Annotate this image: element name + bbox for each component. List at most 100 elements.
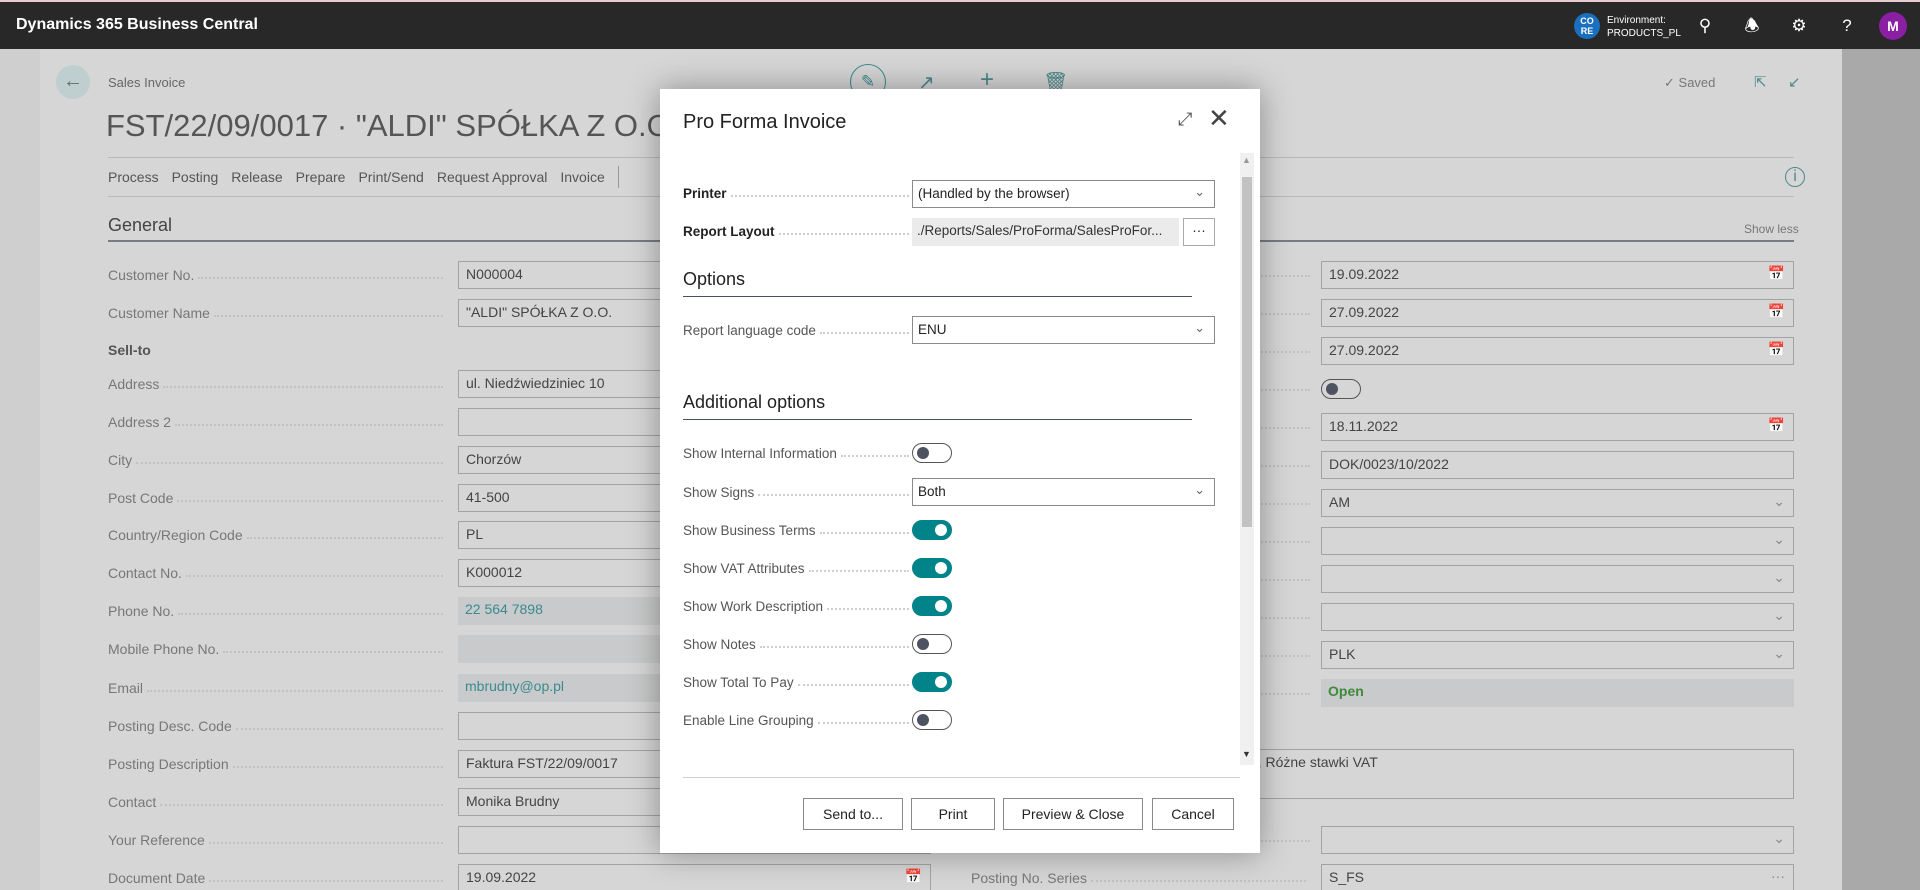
dot-leader — [223, 651, 443, 653]
back-button[interactable]: ← — [56, 65, 90, 99]
calendar-icon[interactable]: 📅 — [1768, 303, 1785, 320]
label-text: Posting No. Series — [971, 870, 1087, 886]
dot-leader — [185, 575, 443, 577]
address-2-label: Address 2 — [108, 412, 447, 432]
action-invoice[interactable]: Invoice — [560, 169, 604, 188]
environment-info[interactable]: Environment: PRODUCTS_PL — [1607, 14, 1681, 40]
action-request-approval[interactable]: Request Approval — [437, 169, 548, 188]
select-field[interactable]: ⌄ — [1321, 565, 1794, 593]
action-print-send[interactable]: Print/Send — [358, 169, 423, 188]
date-field[interactable]: 19.09.2022 📅 — [1321, 261, 1794, 289]
show-business-terms-toggle[interactable] — [912, 520, 952, 540]
close-icon[interactable]: ✕ — [1208, 103, 1230, 134]
show-work-description-label: Show Work Description — [683, 596, 913, 616]
show-internal-information-label: Show Internal Information — [683, 443, 913, 463]
dot-leader — [136, 462, 443, 464]
country-region-code-label: Country/Region Code — [108, 525, 447, 545]
ellipsis-icon[interactable]: ··· — [1771, 868, 1785, 884]
select-field[interactable]: PLK ⌄ — [1321, 641, 1794, 669]
document-date-field[interactable]: 19.09.2022 📅 — [458, 864, 931, 890]
label-text: Show Business Terms — [683, 522, 816, 538]
left-panel — [0, 49, 40, 890]
label-text: Your Reference — [108, 832, 205, 848]
label-text: Posting Description — [108, 756, 229, 772]
app-title[interactable]: Dynamics 365 Business Central — [16, 16, 258, 34]
calendar-icon[interactable]: 📅 — [905, 868, 922, 885]
toggle-knob — [917, 714, 929, 726]
show-notes-toggle[interactable] — [912, 634, 952, 654]
expand-icon[interactable]: ⤢ — [1178, 109, 1192, 130]
action-process[interactable]: Process — [108, 169, 159, 188]
toggle-knob — [935, 524, 947, 536]
show-notes-label: Show Notes — [683, 634, 913, 654]
chevron-down-icon[interactable]: ⌄ — [1773, 830, 1785, 847]
preview-close-button[interactable]: Preview & Close — [1003, 798, 1143, 830]
date-field[interactable]: 18.11.2022 📅 — [1321, 413, 1794, 441]
posting-no-series-field[interactable]: S_FS ··· — [1321, 864, 1794, 890]
show-signs-select[interactable]: Both ⌄ — [912, 478, 1215, 506]
gear-icon[interactable]: ⚙ — [1788, 15, 1810, 37]
scroll-thumb[interactable] — [1242, 177, 1252, 527]
language-value: ENU — [918, 322, 947, 337]
calendar-icon[interactable]: 📅 — [1768, 417, 1785, 434]
info-icon[interactable]: i — [1785, 167, 1805, 187]
section-general[interactable]: General — [108, 215, 172, 236]
show-less-link[interactable]: Show less — [1744, 222, 1799, 236]
toggle-knob — [1326, 383, 1338, 395]
report-language-select[interactable]: ENU ⌄ — [912, 316, 1215, 344]
printer-value: (Handled by the browser) — [918, 186, 1070, 201]
action-posting[interactable]: Posting — [172, 169, 219, 188]
posting-desc-code-label: Posting Desc. Code — [108, 716, 447, 736]
toggle-switch[interactable] — [1321, 379, 1361, 399]
help-icon[interactable]: ? — [1836, 15, 1858, 37]
label-text: Customer Name — [108, 305, 210, 321]
avatar[interactable]: M — [1879, 12, 1907, 40]
date-field[interactable]: 27.09.2022 📅 — [1321, 337, 1794, 365]
printer-select[interactable]: (Handled by the browser) ⌄ — [912, 180, 1215, 208]
field-value: DOK/0023/10/2022 — [1329, 456, 1449, 472]
select-field[interactable]: ⌄ — [1321, 527, 1794, 555]
print-button[interactable]: Print — [911, 798, 995, 830]
divider — [683, 777, 1240, 778]
show-vat-attributes-toggle[interactable] — [912, 558, 952, 578]
report-layout-lookup-button[interactable]: ··· — [1183, 218, 1215, 246]
report-layout-field[interactable]: ./Reports/Sales/ProForma/SalesProFor... — [912, 218, 1179, 246]
textarea-value: tu, Różne stawki VAT — [1246, 754, 1378, 770]
chevron-down-icon: ⌄ — [1194, 320, 1205, 335]
send-to-button[interactable]: Send to... — [803, 798, 903, 830]
show-work-description-toggle[interactable] — [912, 596, 952, 616]
bell-icon[interactable]: 🕭 — [1741, 15, 1763, 37]
scroll-down-icon[interactable]: ▼ — [1242, 749, 1251, 759]
label-text: Show Work Description — [683, 598, 824, 614]
collapse-icon[interactable]: ↙ — [1788, 73, 1801, 91]
select-field[interactable]: ⌄ — [1321, 826, 1794, 854]
action-release[interactable]: Release — [231, 169, 282, 188]
input-field[interactable]: DOK/0023/10/2022 — [1321, 451, 1794, 479]
field-value: 18.11.2022 — [1329, 418, 1399, 434]
enable-line-grouping-toggle[interactable] — [912, 710, 952, 730]
dialog-scrollbar[interactable]: ▲ ▼ — [1240, 153, 1254, 765]
search-icon[interactable]: ⚲ — [1694, 15, 1716, 37]
date-field[interactable]: 27.09.2022 📅 — [1321, 299, 1794, 327]
saved-label: Saved — [1678, 75, 1716, 90]
action-prepare[interactable]: Prepare — [296, 169, 346, 188]
open-new-window-icon[interactable]: ⇱ — [1754, 73, 1767, 91]
field-value: N000004 — [466, 266, 523, 282]
dot-leader — [209, 880, 443, 882]
show-total-to-pay-toggle[interactable] — [912, 672, 952, 692]
field-value: 19.09.2022 — [466, 869, 537, 885]
scroll-up-icon[interactable]: ▲ — [1242, 155, 1251, 165]
cancel-button[interactable]: Cancel — [1152, 798, 1234, 830]
calendar-icon[interactable]: 📅 — [1768, 265, 1785, 282]
select-field[interactable]: ⌄ — [1321, 603, 1794, 631]
post-code-label: Post Code — [108, 488, 447, 508]
field-value: 19.09.2022 — [1329, 266, 1400, 282]
select-field[interactable]: AM ⌄ — [1321, 489, 1794, 517]
show-internal-information-toggle[interactable] — [912, 443, 952, 463]
field-value: PL — [466, 526, 484, 542]
chevron-down-icon: ⌄ — [1773, 569, 1785, 585]
calendar-icon[interactable]: 📅 — [1768, 341, 1785, 358]
environment-badge[interactable]: CO RE — [1574, 13, 1600, 39]
label-text: Post Code — [108, 490, 174, 506]
field-value: Chorzów — [466, 451, 522, 467]
